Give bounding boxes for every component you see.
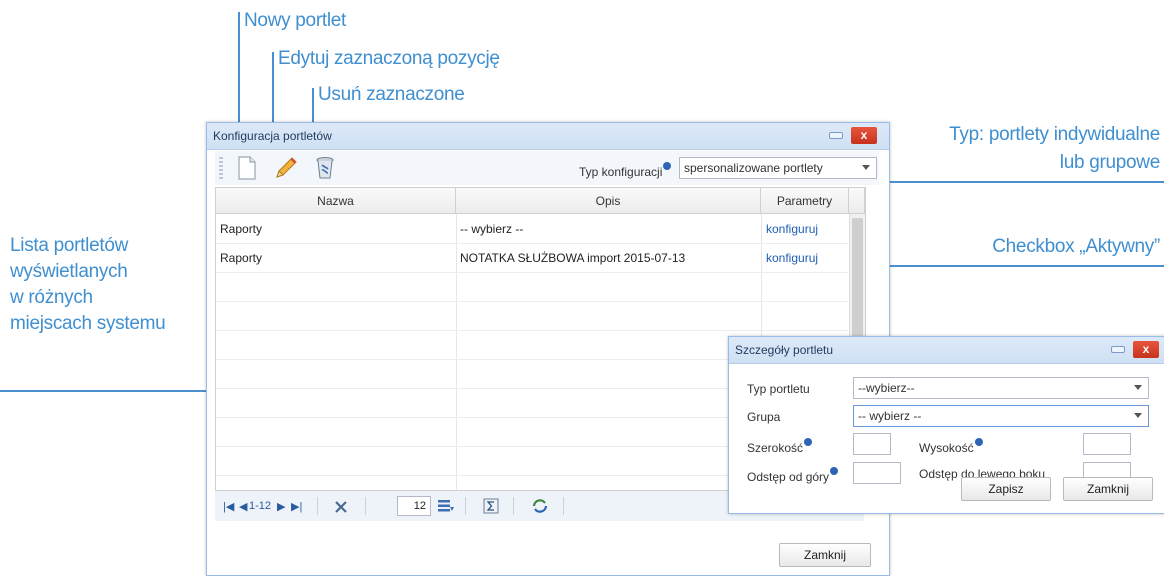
configure-link[interactable]: konfiguruj (764, 244, 818, 272)
chevron-down-icon (862, 165, 870, 170)
pager-separator (465, 497, 466, 515)
callout-list-line2: wyświetlanych (10, 261, 128, 282)
height-label-text: Wysokość (919, 441, 974, 455)
row-name: Raporty (220, 251, 263, 265)
info-icon (830, 467, 839, 475)
callout-checkbox-active: Checkbox „Aktywny” (992, 236, 1160, 257)
table-row-empty (216, 273, 848, 302)
callout-line-checkbox (860, 265, 1164, 267)
info-icon (804, 438, 813, 446)
delete-selected-button[interactable] (313, 155, 337, 181)
info-icon (974, 438, 983, 446)
callout-edit-selected: Edytuj zaznaczoną pozycję (278, 48, 500, 69)
column-header-description[interactable]: Opis (456, 188, 761, 214)
trash-icon (316, 157, 334, 179)
chevron-down-icon (1134, 413, 1142, 418)
row-description: NOTATKA SŁUŻBOWA import 2015-07-13 (460, 251, 686, 265)
callout-line-type (852, 181, 1164, 183)
config-type-label-text: Typ konfiguracji (579, 165, 663, 179)
last-page-icon[interactable]: ▶| (291, 500, 302, 513)
callout-list-line4: miejscach systemu (10, 313, 166, 334)
portlet-details-window: Szczegóły portletu x Typ portletu --wybi… (728, 336, 1164, 514)
details-close-button[interactable]: Zamknij (1063, 477, 1153, 501)
width-label-text: Szerokość (747, 441, 804, 455)
close-button[interactable]: Zamknij (779, 543, 871, 567)
column-header-active[interactable] (849, 188, 865, 214)
pager-separator (563, 497, 564, 515)
callout-line-list (0, 390, 226, 392)
top-offset-input[interactable] (853, 462, 901, 484)
table-row[interactable]: Raporty -- wybierz -- konfiguruj (216, 215, 865, 244)
height-label: Wysokość (919, 438, 983, 455)
portlet-type-value: --wybierz-- (858, 381, 915, 395)
prev-page-icon[interactable]: ◀ (239, 500, 247, 513)
callout-type-line1: Typ: portlety indywidualne (949, 124, 1160, 145)
top-offset-label-text: Odstęp od góry (747, 470, 830, 484)
row-description: -- wybierz -- (460, 222, 524, 236)
window-title: Konfiguracja portletów (213, 129, 332, 143)
portlet-type-label: Typ portletu (747, 382, 810, 396)
page-size-input[interactable]: 12 (397, 496, 431, 516)
configure-link[interactable]: konfiguruj (764, 215, 818, 243)
callout-type-line2: lub grupowe (1059, 152, 1161, 173)
config-type-select[interactable]: spersonalizowane portlety (679, 157, 877, 179)
width-input[interactable] (853, 433, 891, 455)
info-icon (663, 162, 672, 170)
toolbar-grip (219, 157, 223, 181)
group-value: -- wybierz -- (858, 409, 922, 423)
details-titlebar[interactable]: Szczegóły portletu x (729, 337, 1164, 364)
column-header-name[interactable]: Nazwa (216, 188, 456, 214)
next-page-icon[interactable]: ▶ (277, 500, 285, 513)
page-size-menu-icon[interactable] (437, 498, 455, 514)
refresh-icon[interactable] (531, 498, 549, 514)
table-row-empty (216, 302, 848, 331)
callout-list-line3: w różnych (10, 287, 93, 308)
callout-new-portlet: Nowy portlet (244, 10, 346, 31)
group-label: Grupa (747, 410, 781, 424)
page-range: 1-12 (249, 500, 272, 512)
pager-separator (317, 497, 318, 515)
minimize-button[interactable] (1111, 346, 1125, 353)
toolbar: Typ konfiguracji spersonalizowane portle… (215, 151, 879, 185)
pencil-icon (276, 157, 297, 178)
minimize-button[interactable] (829, 132, 843, 139)
page-size-value: 12 (413, 500, 426, 512)
config-type-label: Typ konfiguracji (579, 162, 672, 179)
pager-separator (365, 497, 366, 515)
group-select[interactable]: -- wybierz -- (853, 405, 1149, 427)
portlet-type-select[interactable]: --wybierz-- (853, 377, 1149, 399)
height-input[interactable] (1083, 433, 1131, 455)
callout-list-line1: Lista portletów (10, 235, 129, 256)
pager-separator (513, 497, 514, 515)
callout-delete-selected: Usuń zaznaczone (318, 84, 465, 105)
close-icon[interactable]: x (851, 127, 877, 144)
save-button[interactable]: Zapisz (961, 477, 1051, 501)
window-titlebar[interactable]: Konfiguracja portletów x (207, 123, 889, 150)
close-icon[interactable]: x (1133, 341, 1159, 358)
tools-icon[interactable] (333, 499, 349, 515)
sum-icon[interactable] (483, 498, 499, 514)
edit-selected-button[interactable] (273, 155, 299, 181)
row-name: Raporty (220, 222, 263, 236)
new-document-icon (238, 156, 256, 180)
details-title: Szczegóły portletu (735, 343, 834, 357)
column-header-parameters[interactable]: Parametry (761, 188, 849, 214)
chevron-down-icon (1134, 385, 1142, 390)
first-page-icon[interactable]: |◀ (223, 500, 234, 513)
config-type-value: spersonalizowane portlety (684, 161, 823, 175)
width-label: Szerokość (747, 438, 813, 455)
table-row[interactable]: Raporty NOTATKA SŁUŻBOWA import 2015-07-… (216, 244, 865, 273)
new-portlet-button[interactable] (235, 155, 259, 181)
top-offset-label: Odstęp od góry (747, 467, 839, 484)
